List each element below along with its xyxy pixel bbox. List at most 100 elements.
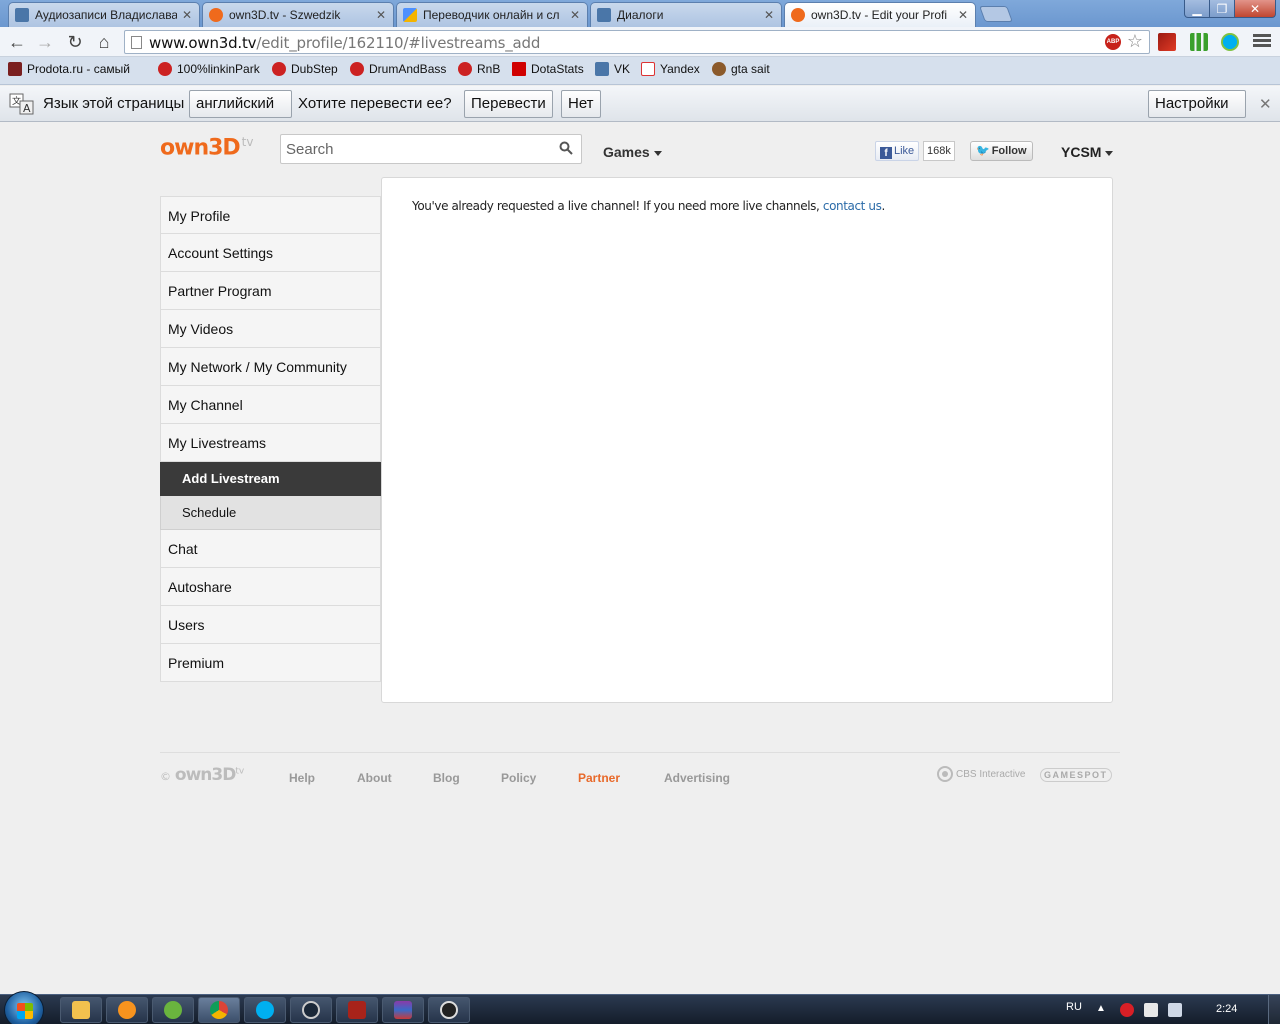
network-icon[interactable] bbox=[1168, 1003, 1182, 1017]
taskbar-explorer[interactable] bbox=[60, 997, 102, 1023]
language-select[interactable]: английский bbox=[189, 90, 292, 133]
tab-title: Переводчик онлайн и сл bbox=[423, 8, 560, 22]
close-tab-icon[interactable]: ✕ bbox=[763, 8, 775, 22]
footer-link-advertising[interactable]: Advertising bbox=[664, 771, 730, 785]
bookmark-yandex[interactable]: Yandex bbox=[641, 62, 700, 76]
sidebar-item-users[interactable]: Users bbox=[160, 606, 381, 644]
twitter-follow-button[interactable]: 🐦 Follow bbox=[970, 141, 1033, 161]
tab-title: Диалоги bbox=[617, 8, 664, 22]
tab-vk-audio[interactable]: Аудиозаписи Владислава ✕ bbox=[8, 2, 200, 27]
dota-extension-icon[interactable] bbox=[1158, 33, 1176, 51]
clock[interactable]: 2:24 bbox=[1216, 1003, 1237, 1015]
tray-app-icon[interactable] bbox=[1120, 1003, 1134, 1017]
translate-settings-button[interactable]: Настройки bbox=[1148, 90, 1246, 133]
minimize-button[interactable]: ▁ bbox=[1184, 0, 1210, 18]
sidebar-item-partner-program[interactable]: Partner Program bbox=[160, 272, 381, 310]
page: own3Dtv Games fLike 168k 🐦Follow YCSM My… bbox=[0, 122, 1280, 994]
footer-link-partner[interactable]: Partner bbox=[578, 771, 620, 785]
taskbar-chrome[interactable] bbox=[198, 997, 240, 1023]
keyboard-language[interactable]: RU bbox=[1066, 1001, 1082, 1013]
sidebar-item-my-videos[interactable]: My Videos bbox=[160, 310, 381, 348]
skype-extension-icon[interactable] bbox=[1221, 33, 1239, 51]
close-tab-icon[interactable]: ✕ bbox=[181, 8, 193, 22]
search-box bbox=[280, 134, 582, 164]
page-icon bbox=[131, 36, 142, 49]
sidebar-item-autoshare[interactable]: Autoshare bbox=[160, 568, 381, 606]
bookmark-dotastats[interactable]: DotaStats bbox=[512, 62, 584, 76]
new-tab-button[interactable] bbox=[979, 6, 1013, 22]
close-infobar-icon[interactable]: ✕ bbox=[1259, 95, 1272, 113]
user-menu[interactable]: YCSM bbox=[1061, 144, 1114, 160]
yandex-icon bbox=[641, 62, 655, 76]
sidebar-item-my-network[interactable]: My Network / My Community bbox=[160, 348, 381, 386]
maximize-button[interactable]: ❐ bbox=[1209, 0, 1235, 18]
tab-own3d-edit-profile[interactable]: own3D.tv - Edit your Profi ✕ bbox=[784, 2, 976, 27]
taskbar-skype[interactable] bbox=[244, 997, 286, 1023]
close-tab-icon[interactable]: ✕ bbox=[957, 8, 969, 22]
show-hidden-icons-icon[interactable]: ▲ bbox=[1096, 1003, 1110, 1017]
translate-lead-text: Язык этой страницы bbox=[43, 95, 185, 112]
taskbar-steam[interactable] bbox=[290, 997, 332, 1023]
search-input[interactable] bbox=[286, 136, 546, 162]
taskbar-avast[interactable] bbox=[106, 997, 148, 1023]
sidebar-item-my-profile[interactable]: My Profile bbox=[160, 196, 381, 234]
prodota-icon bbox=[8, 62, 22, 76]
close-window-button[interactable]: ✕ bbox=[1234, 0, 1276, 18]
sidebar-item-premium[interactable]: Premium bbox=[160, 644, 381, 682]
sidebar-item-chat[interactable]: Chat bbox=[160, 530, 381, 568]
tab-title: own3D.tv - Edit your Profi bbox=[811, 8, 948, 22]
reload-icon[interactable]: ↻ bbox=[64, 31, 86, 53]
tab-dialogs[interactable]: Диалоги ✕ bbox=[590, 2, 782, 27]
taskbar-obs[interactable] bbox=[428, 997, 470, 1023]
footer-link-help[interactable]: Help bbox=[289, 771, 315, 785]
bookmark-prodota[interactable]: Prodota.ru - самый bbox=[8, 62, 130, 76]
sidebar-subitem-schedule[interactable]: Schedule bbox=[160, 496, 381, 530]
signal-extension-icon[interactable] bbox=[1190, 33, 1208, 51]
footer-link-blog[interactable]: Blog bbox=[433, 771, 460, 785]
chevron-down-icon bbox=[653, 150, 662, 156]
own3d-logo[interactable]: own3D tv bbox=[160, 135, 253, 160]
chrome-menu-icon[interactable] bbox=[1253, 32, 1271, 50]
show-desktop-button[interactable] bbox=[1268, 995, 1280, 1024]
taskbar-utorrent[interactable] bbox=[152, 997, 194, 1023]
bookmark-dubstep[interactable]: DubStep bbox=[272, 62, 338, 76]
tab-own3d-szwedzik[interactable]: own3D.tv - Szwedzik ✕ bbox=[202, 2, 394, 27]
forward-arrow-icon[interactable]: → bbox=[34, 31, 56, 53]
gamespot-logo[interactable]: GAMESPOT bbox=[1040, 768, 1112, 782]
facebook-like-count: 168k bbox=[923, 141, 955, 161]
search-icon[interactable] bbox=[559, 141, 573, 155]
close-tab-icon[interactable]: ✕ bbox=[375, 8, 387, 22]
back-arrow-icon[interactable]: ← bbox=[6, 31, 28, 53]
facebook-like-button[interactable]: f Like bbox=[875, 141, 920, 161]
translate-button[interactable]: Перевести bbox=[464, 90, 553, 118]
close-tab-icon[interactable]: ✕ bbox=[569, 8, 581, 22]
footer-link-policy[interactable]: Policy bbox=[501, 771, 536, 785]
bookmark-linkinpark[interactable]: 100%linkinPark bbox=[158, 62, 260, 76]
contact-us-link[interactable]: contact us bbox=[823, 199, 882, 213]
bookmark-vk[interactable]: VK bbox=[595, 62, 630, 76]
sidebar-item-my-livestreams[interactable]: My Livestreams bbox=[160, 424, 381, 462]
chrome-icon bbox=[210, 1001, 228, 1019]
bookmark-drumandbass[interactable]: DrumAndBass bbox=[350, 62, 446, 76]
taskbar-winrar[interactable] bbox=[382, 997, 424, 1023]
cbs-interactive-logo[interactable]: CBS Interactive bbox=[937, 766, 1025, 782]
bookmark-rnb[interactable]: RnB bbox=[458, 62, 500, 76]
dotastats-icon bbox=[512, 62, 526, 76]
sidebar-item-account-settings[interactable]: Account Settings bbox=[160, 234, 381, 272]
bookmark-star-icon[interactable]: ☆ bbox=[1127, 31, 1143, 52]
home-icon[interactable]: ⌂ bbox=[93, 31, 115, 53]
no-translate-button[interactable]: Нет bbox=[561, 90, 601, 118]
address-bar[interactable]: www.own3d.tv/edit_profile/162110/#livest… bbox=[124, 30, 1150, 54]
taskbar-dota[interactable] bbox=[336, 997, 378, 1023]
tab-translator[interactable]: Переводчик онлайн и сл ✕ bbox=[396, 2, 588, 27]
translate-infobar: 文A Язык этой страницы английский Хотите … bbox=[0, 86, 1280, 133]
sidebar-item-my-channel[interactable]: My Channel bbox=[160, 386, 381, 424]
bookmark-gta-sait[interactable]: gta sait bbox=[712, 62, 770, 76]
action-center-flag-icon[interactable] bbox=[1144, 1003, 1158, 1017]
start-button[interactable] bbox=[4, 991, 44, 1024]
games-menu[interactable]: Games bbox=[603, 144, 662, 160]
adblock-icon[interactable]: ABP bbox=[1105, 34, 1121, 50]
footer-link-about[interactable]: About bbox=[357, 771, 392, 785]
url-text[interactable]: www.own3d.tv/edit_profile/162110/#livest… bbox=[149, 34, 540, 52]
sidebar-subitem-add-livestream[interactable]: Add Livestream bbox=[160, 462, 381, 496]
